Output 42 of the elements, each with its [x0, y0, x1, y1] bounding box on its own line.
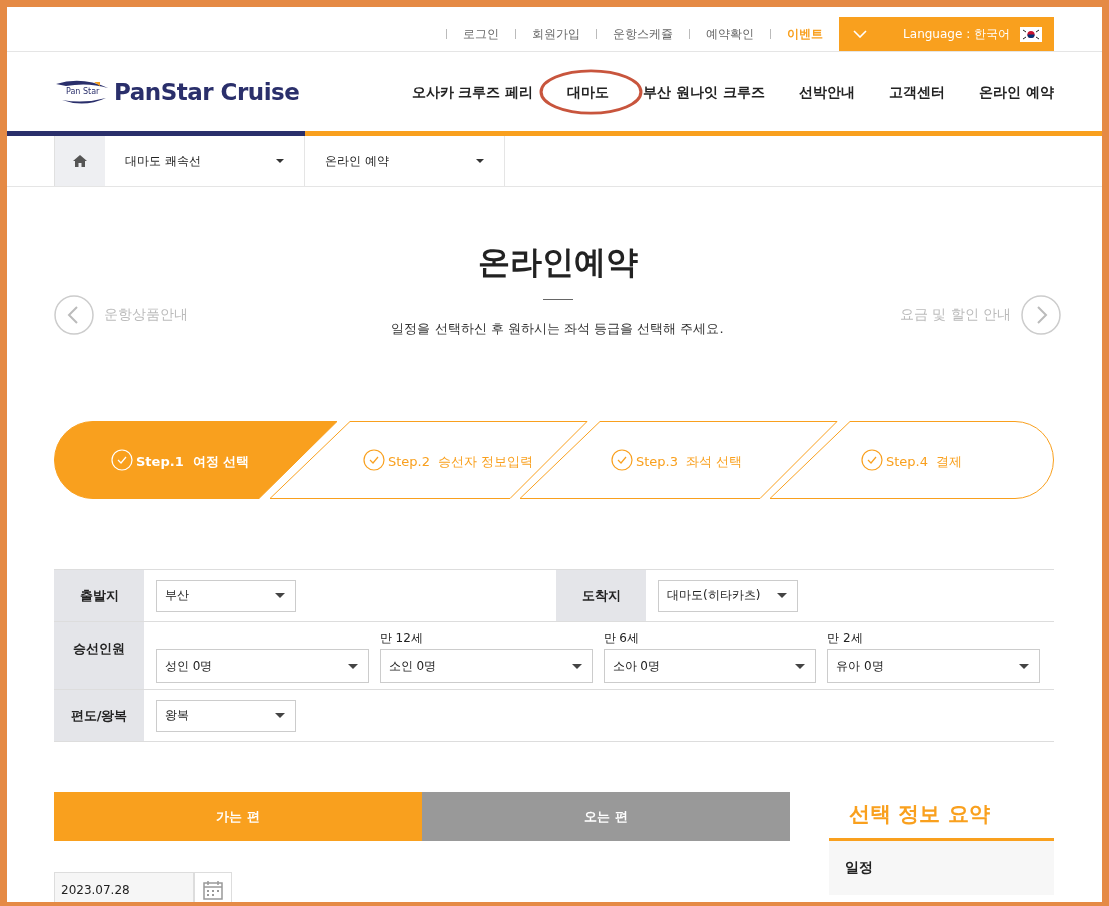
- passenger-select[interactable]: 소아 0명: [603, 649, 817, 683]
- flag-icon: [1020, 26, 1042, 42]
- top-link[interactable]: 예약확인: [706, 25, 755, 43]
- summary-row: 일정: [829, 841, 1054, 895]
- logo-tagline: Pan Star: [66, 86, 100, 96]
- field-label: 편도/왕복: [54, 690, 144, 741]
- logo-text: PanStar Cruise: [114, 78, 300, 105]
- nav-item[interactable]: 온라인 예약: [979, 83, 1054, 100]
- age-caption: 만 2세: [827, 630, 864, 646]
- chevron-left-icon: [54, 295, 94, 335]
- nav-item[interactable]: 선박안내: [799, 83, 856, 100]
- nav-item[interactable]: 부산 원나잇 크루즈: [643, 83, 766, 100]
- passenger-select[interactable]: 소인 0명: [379, 649, 593, 683]
- nav-item[interactable]: 오사카 크루즈 페리: [411, 83, 534, 100]
- nav-item[interactable]: 고객센터: [889, 83, 946, 100]
- field-label: 승선인원: [54, 622, 144, 689]
- calendar-icon: [203, 880, 223, 900]
- passenger-select[interactable]: 유아 0명: [827, 649, 1040, 683]
- calendar-button[interactable]: [194, 872, 232, 902]
- top-link[interactable]: 운항스케쥴: [613, 25, 674, 43]
- home-button[interactable]: [54, 136, 105, 186]
- chevron-down-icon: [853, 30, 868, 38]
- caret-icon: [276, 159, 284, 163]
- top-link[interactable]: 회원가입: [532, 25, 581, 43]
- breadcrumb-dropdown[interactable]: 온라인 예약: [305, 136, 505, 186]
- chevron-right-icon: [1021, 295, 1061, 335]
- top-link[interactable]: 로그인: [463, 25, 500, 43]
- breadcrumb-dropdown[interactable]: 대마도 쾌속선: [105, 136, 305, 186]
- arrival-select[interactable]: 대마도(히타카츠): [658, 579, 798, 612]
- nav-item[interactable]: 대마도: [567, 83, 610, 100]
- caret-icon: [476, 159, 484, 163]
- page-title: 온라인예약: [476, 242, 639, 283]
- age-caption: 만 12세: [379, 630, 424, 646]
- departure-select[interactable]: 부산: [156, 579, 296, 612]
- subtitle: 일정을 선택하신 후 원하시는 좌석 등급을 선택해 주세요.: [390, 320, 725, 338]
- passenger-select[interactable]: 성인 0명: [156, 649, 369, 683]
- home-icon: [73, 155, 87, 167]
- date-field[interactable]: 2023.07.28: [54, 872, 194, 902]
- trip-type-select[interactable]: 왕복: [156, 699, 296, 732]
- age-caption: 만 6세: [603, 630, 640, 646]
- field-label: 출발지: [54, 570, 144, 621]
- field-label: 도착지: [556, 570, 646, 621]
